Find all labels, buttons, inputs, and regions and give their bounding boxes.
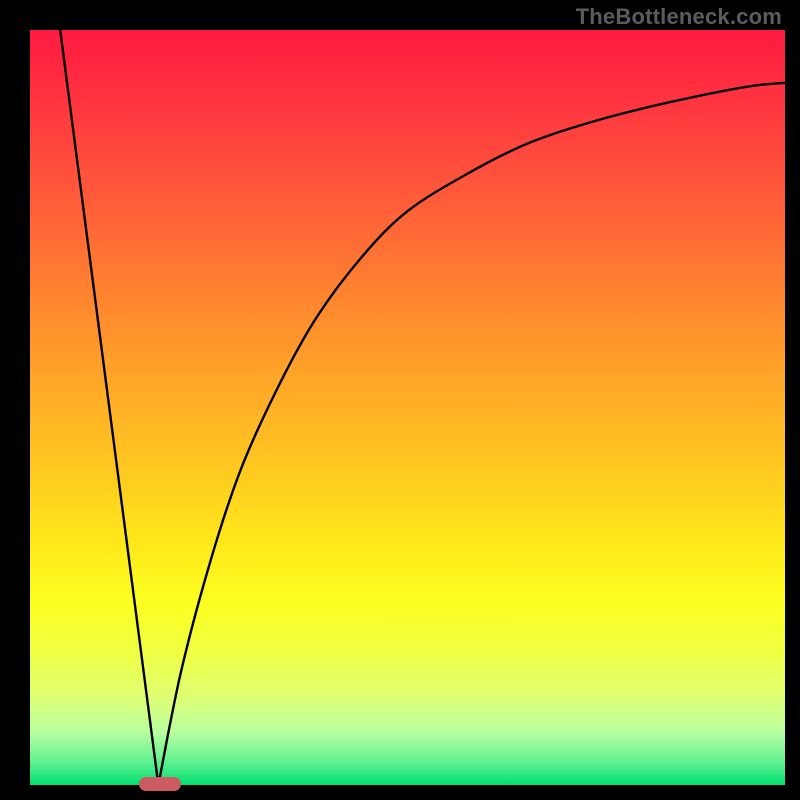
curve-layer bbox=[30, 30, 785, 785]
chart-frame: TheBottleneck.com bbox=[0, 0, 800, 800]
optimum-marker bbox=[139, 777, 181, 791]
watermark-text: TheBottleneck.com bbox=[576, 4, 782, 30]
plot-area bbox=[30, 30, 785, 785]
bottleneck-curve bbox=[60, 30, 785, 785]
